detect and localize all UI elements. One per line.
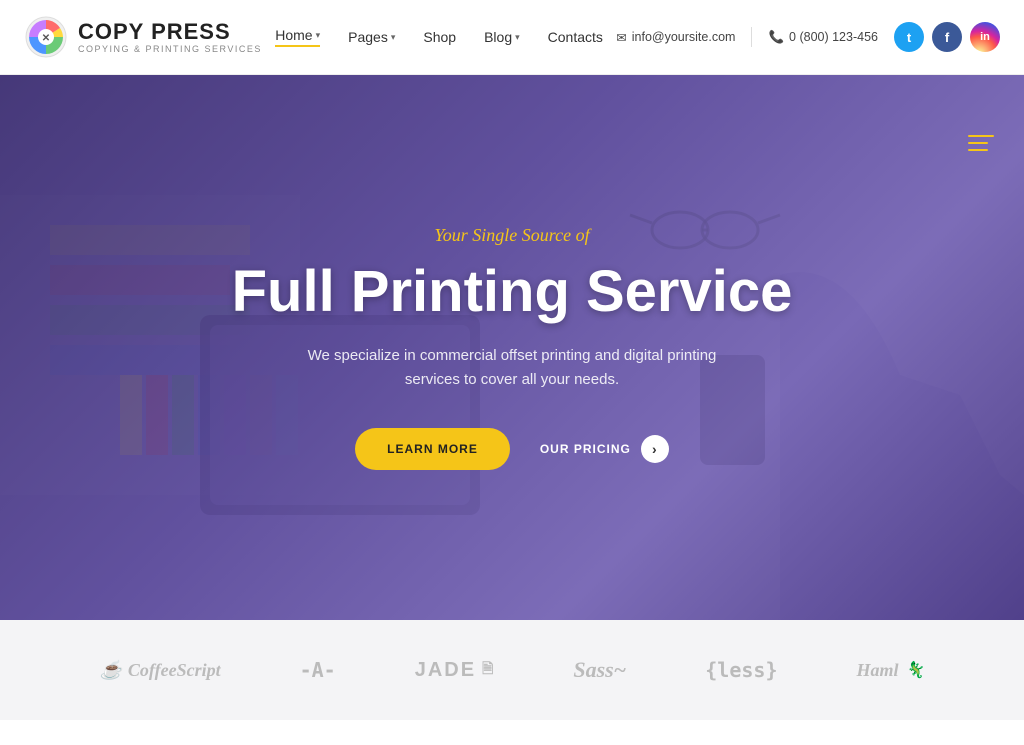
chevron-down-icon: ▾ bbox=[515, 32, 520, 43]
instagram-icon: in bbox=[980, 31, 990, 43]
phone-icon: 📞 bbox=[768, 30, 784, 45]
nav-blog[interactable]: Blog ▾ bbox=[484, 29, 520, 45]
social-icons: t f in bbox=[894, 22, 1000, 52]
partner-sass: Sass~ bbox=[573, 657, 626, 683]
nav-contacts[interactable]: Contacts bbox=[548, 29, 603, 45]
hero-section: Your Single Source of Full Printing Serv… bbox=[0, 75, 1024, 620]
learn-more-button[interactable]: LEARN MORE bbox=[355, 428, 510, 470]
hamburger-line-1 bbox=[968, 135, 994, 137]
hero-subtitle: Your Single Source of bbox=[232, 225, 793, 246]
haml-icon: 🦎 bbox=[905, 660, 925, 680]
arrow-right-icon: › bbox=[641, 435, 669, 463]
hero-description: We specialize in commercial offset print… bbox=[302, 344, 722, 392]
partners-section: ☕ CoffeeScript -A- JADE🗎 Sass~ {less} Ha… bbox=[0, 620, 1024, 720]
svg-text:✕: ✕ bbox=[42, 33, 50, 44]
nav-shop[interactable]: Shop bbox=[423, 29, 456, 45]
partner-haml: Haml🦎 bbox=[856, 660, 924, 681]
logo[interactable]: ✕ COPY PRESS COPYING & PRINTING SERVICES bbox=[24, 15, 262, 59]
chevron-down-icon: ▾ bbox=[316, 30, 321, 41]
phone-link[interactable]: 📞 0 (800) 123-456 bbox=[768, 30, 878, 45]
logo-subtitle: COPYING & PRINTING SERVICES bbox=[78, 44, 262, 54]
partner-less: {less} bbox=[705, 658, 777, 682]
hero-content: Your Single Source of Full Printing Serv… bbox=[212, 225, 813, 470]
email-icon: ✉ bbox=[616, 30, 626, 45]
coffeecup-icon: ☕ bbox=[100, 660, 122, 681]
instagram-link[interactable]: in bbox=[970, 22, 1000, 52]
hero-title: Full Printing Service bbox=[232, 260, 793, 324]
hero-actions: LEARN MORE OUR PRICING › bbox=[232, 428, 793, 470]
email-link[interactable]: ✉ info@yoursite.com bbox=[616, 30, 735, 45]
partner-coffeescript: ☕ CoffeeScript bbox=[100, 660, 221, 681]
site-header: ✕ COPY PRESS COPYING & PRINTING SERVICES… bbox=[0, 0, 1024, 75]
nav-pages[interactable]: Pages ▾ bbox=[348, 29, 395, 45]
header-right: ✉ info@yoursite.com 📞 0 (800) 123-456 t … bbox=[616, 22, 1000, 52]
divider bbox=[751, 27, 752, 47]
hamburger-menu[interactable] bbox=[968, 135, 994, 151]
hamburger-line-2 bbox=[968, 142, 988, 144]
twitter-link[interactable]: t bbox=[894, 22, 924, 52]
facebook-icon: f bbox=[945, 30, 949, 45]
partner-angular: -A- bbox=[300, 658, 336, 682]
contact-info: ✉ info@yoursite.com 📞 0 (800) 123-456 bbox=[616, 27, 878, 47]
logo-title: COPY PRESS bbox=[78, 20, 262, 44]
main-nav: Home ▾ Pages ▾ Shop Blog ▾ Contacts bbox=[275, 27, 603, 47]
partner-jade: JADE🗎 bbox=[415, 658, 495, 682]
our-pricing-button[interactable]: OUR PRICING › bbox=[540, 435, 669, 463]
hamburger-line-3 bbox=[968, 149, 988, 151]
logo-icon: ✕ bbox=[24, 15, 68, 59]
jade-icon: 🗎 bbox=[482, 658, 494, 682]
nav-home[interactable]: Home ▾ bbox=[275, 27, 320, 47]
twitter-icon: t bbox=[907, 30, 911, 45]
facebook-link[interactable]: f bbox=[932, 22, 962, 52]
chevron-down-icon: ▾ bbox=[391, 32, 396, 43]
